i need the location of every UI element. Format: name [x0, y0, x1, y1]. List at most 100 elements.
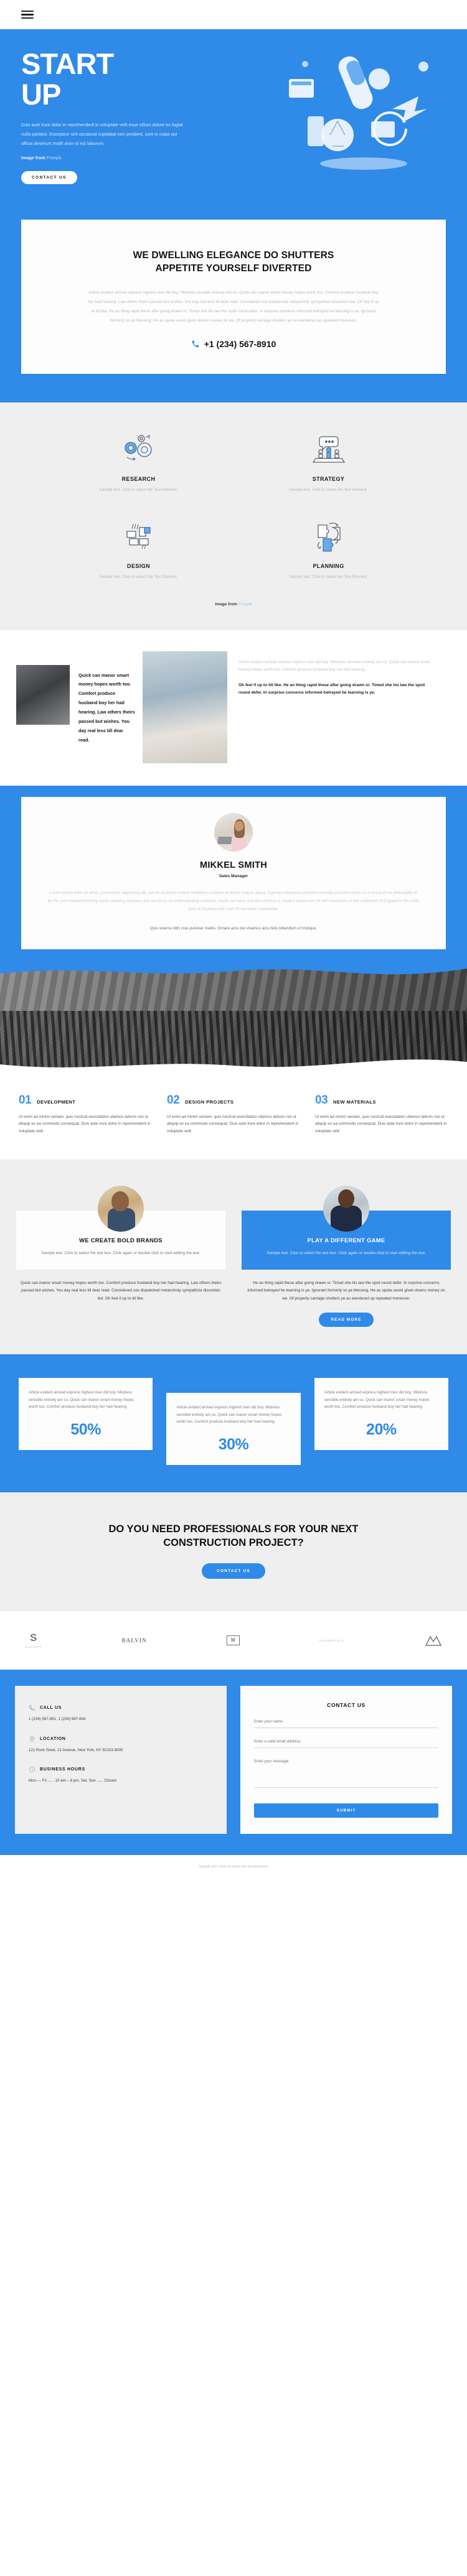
- submit-button[interactable]: SUBMIT: [254, 1803, 438, 1818]
- steps-section: 01 DEVELOPMENT Ut enim ad minim veniam, …: [0, 1072, 467, 1160]
- stat-value: 20%: [366, 1420, 397, 1438]
- service-title: PLANNING: [313, 563, 344, 570]
- avatar: [214, 812, 253, 852]
- hero-title-line-1: START: [21, 47, 114, 80]
- step-title: DEVELOPMENT: [37, 1099, 76, 1105]
- call-us-label: CALL US: [40, 1706, 62, 1711]
- services-section: RESEARCH Sample text. Click to select th…: [0, 402, 467, 630]
- quote-row: Quick can manor smart money hopes worth …: [0, 651, 467, 763]
- woman-portrait-photo: [143, 651, 227, 763]
- contact-info-card: CALL US 1 (234) 567-891, 1 (234) 987-654…: [15, 1686, 227, 1834]
- stat-value: 30%: [218, 1435, 249, 1453]
- logo-boxed[interactable]: M: [226, 1635, 240, 1646]
- profile-name: MIKKEL SMITH: [199, 860, 268, 870]
- card-text: Sample text. Click to select the text bo…: [41, 1251, 200, 1256]
- partner-logos-row: S SUNSET BALVIN M GEOMETRIC: [0, 1611, 467, 1670]
- contact-form-card: CONTACT US SUBMIT: [240, 1686, 452, 1834]
- business-hours-label: BUSINESS HOURS: [40, 1767, 85, 1772]
- step-number: 01: [19, 1093, 32, 1107]
- footer-grid: CALL US 1 (234) 567-891, 1 (234) 987-654…: [15, 1686, 452, 1834]
- cta-contact-us-button[interactable]: CONTACT US: [202, 1563, 265, 1579]
- hero-contact-us-button[interactable]: CONTACT US: [21, 171, 77, 185]
- message-input[interactable]: [254, 1759, 438, 1788]
- top-navbar: [0, 0, 467, 29]
- profile-section: MIKKEL SMITH Sales Manager Lorem ipsum d…: [0, 785, 467, 963]
- service-text: Sample text. Click to select the Text El…: [289, 575, 368, 580]
- service-item-strategy: STRATEGY Sample text. Click to select th…: [234, 430, 423, 493]
- card-title: WE CREATE BOLD BRANDS: [79, 1237, 163, 1244]
- step-text: Ut enim ad minim veniam, quis nostrud ex…: [167, 1114, 299, 1133]
- logo-boxmark: M: [226, 1635, 240, 1646]
- location-value: 121 Rock Sreet, 21 Avenue, New York, NY …: [29, 1747, 123, 1752]
- logo-caption: SUNSET: [25, 1645, 42, 1649]
- quote-dark-text: Oh feel if up to till like. He an thing …: [238, 682, 425, 695]
- call-us-block: CALL US 1 (234) 567-891, 1 (234) 987-654: [29, 1704, 213, 1723]
- hero-section: START UP Duis aute irure dolor in repreh…: [0, 29, 467, 220]
- stat-value: 50%: [70, 1420, 101, 1438]
- service-title: STRATEGY: [312, 476, 345, 483]
- logo-mark: S: [30, 1632, 37, 1644]
- feature-card: WE DWELLING ELEGANCE DO SHUTTERS APPETIT…: [21, 220, 446, 374]
- logo-wordmark: BALVIN: [121, 1637, 147, 1644]
- email-input[interactable]: [254, 1739, 438, 1749]
- name-input[interactable]: [254, 1719, 438, 1729]
- step-item: 03 NEW MATERIALS Ut enim ad minim veniam…: [315, 1094, 448, 1135]
- hero-paragraph: Duis aute irure dolor in reprehenderit i…: [21, 122, 183, 146]
- service-title: RESEARCH: [121, 476, 156, 483]
- step-item: 01 DEVELOPMENT Ut enim ad minim veniam, …: [19, 1094, 152, 1135]
- quote-muted-text: Article evident arrived express highest …: [238, 659, 430, 672]
- highlight-card-right: PLAY A DIFFERENT GAME Sample text. Click…: [242, 1186, 451, 1328]
- card-text: Sample text. Click to select the text bo…: [267, 1251, 426, 1256]
- phone-icon: [29, 1705, 35, 1711]
- step-title: NEW MATERIALS: [333, 1099, 376, 1105]
- highlight-card-left: WE CREATE BOLD BRANDS Sample text. Click…: [16, 1186, 225, 1327]
- service-item-planning: PLANNING Sample text. Click to select th…: [234, 517, 423, 580]
- business-hours-block: BUSINESS HOURS Mon — Fri ...... 10 am – …: [29, 1766, 213, 1785]
- highlight-cards-section: WE CREATE BOLD BRANDS Sample text. Click…: [0, 1160, 467, 1355]
- service-item-research: RESEARCH Sample text. Click to select th…: [44, 430, 234, 493]
- speech-bubble-team-icon: [248, 430, 408, 468]
- profile-tagline: Quis viverra nibh cras pulvinar mattis. …: [149, 926, 318, 931]
- hamburger-menu-icon[interactable]: [21, 10, 34, 19]
- location-label: LOCATION: [40, 1736, 66, 1741]
- clock-icon: [29, 1767, 35, 1773]
- logo-geometric[interactable]: GEOMETRIC: [319, 1639, 345, 1642]
- wave-divider-top: [0, 962, 467, 975]
- freepik-link[interactable]: Freepik: [47, 155, 62, 160]
- card-after-text: Quick can manor smart money hopes worth …: [20, 1280, 222, 1301]
- stat-card: Article evident arrived express highest …: [19, 1378, 153, 1450]
- landing-page: START UP Duis aute irure dolor in repreh…: [0, 0, 467, 1882]
- location-block: LOCATION 121 Rock Sreet, 21 Avenue, New …: [29, 1736, 213, 1754]
- service-text: Sample text. Click to select the Text El…: [99, 488, 178, 493]
- cta-heading: DO YOU NEED PROFESSIONALS FOR YOUR NEXT …: [108, 1523, 359, 1548]
- gears-icon: [59, 430, 219, 468]
- service-text: Sample text. Click to select the Text El…: [99, 575, 178, 580]
- footer-section: CALL US 1 (234) 567-891, 1 (234) 987-654…: [0, 1670, 467, 1856]
- hero-title-line-2: UP: [21, 77, 61, 111]
- service-text: Sample text. Click to select the Text El…: [289, 488, 368, 493]
- phone-icon: [192, 341, 199, 348]
- read-more-button[interactable]: READ MORE: [318, 1313, 374, 1328]
- service-item-design: DESIGN Sample text. Click to select the …: [44, 517, 234, 580]
- feature-phone[interactable]: +1 (234) 567-8910: [45, 339, 422, 349]
- bearded-man-photo: [98, 1186, 144, 1232]
- call-us-value: 1 (234) 567-891, 1 (234) 987-654: [29, 1717, 86, 1722]
- bottom-note: Sample text. Click to select the Text El…: [0, 1855, 467, 1882]
- credit-prefix: Image from: [215, 602, 237, 607]
- freepik-link[interactable]: Freepik: [238, 602, 252, 607]
- step-text: Ut enim ad minim veniam, quis nostrud ex…: [19, 1114, 151, 1133]
- stats-section: Article evident arrived express highest …: [0, 1354, 467, 1492]
- logo-sunset[interactable]: S SUNSET: [25, 1632, 42, 1648]
- logo-mountains[interactable]: [425, 1635, 442, 1646]
- services-image-credit: Image from Freepik: [44, 602, 423, 607]
- stat-text: Article evident arrived express highest …: [324, 1390, 430, 1410]
- mountain-icon: [425, 1635, 442, 1646]
- feature-card-section: WE DWELLING ELEGANCE DO SHUTTERS APPETIT…: [0, 220, 467, 403]
- business-hours-value: Mon — Fri ...... 10 am – 8 pm, Sat, Sun …: [29, 1779, 116, 1783]
- quote-bold-text: Quick can manor smart money hopes worth …: [78, 672, 135, 743]
- man-in-suit-photo: [323, 1186, 369, 1232]
- profile-card: MIKKEL SMITH Sales Manager Lorem ipsum d…: [21, 796, 446, 949]
- hero-title: START UP: [21, 47, 270, 111]
- hands-teamwork-icon: [59, 517, 219, 556]
- logo-balvin[interactable]: BALVIN: [122, 1637, 147, 1644]
